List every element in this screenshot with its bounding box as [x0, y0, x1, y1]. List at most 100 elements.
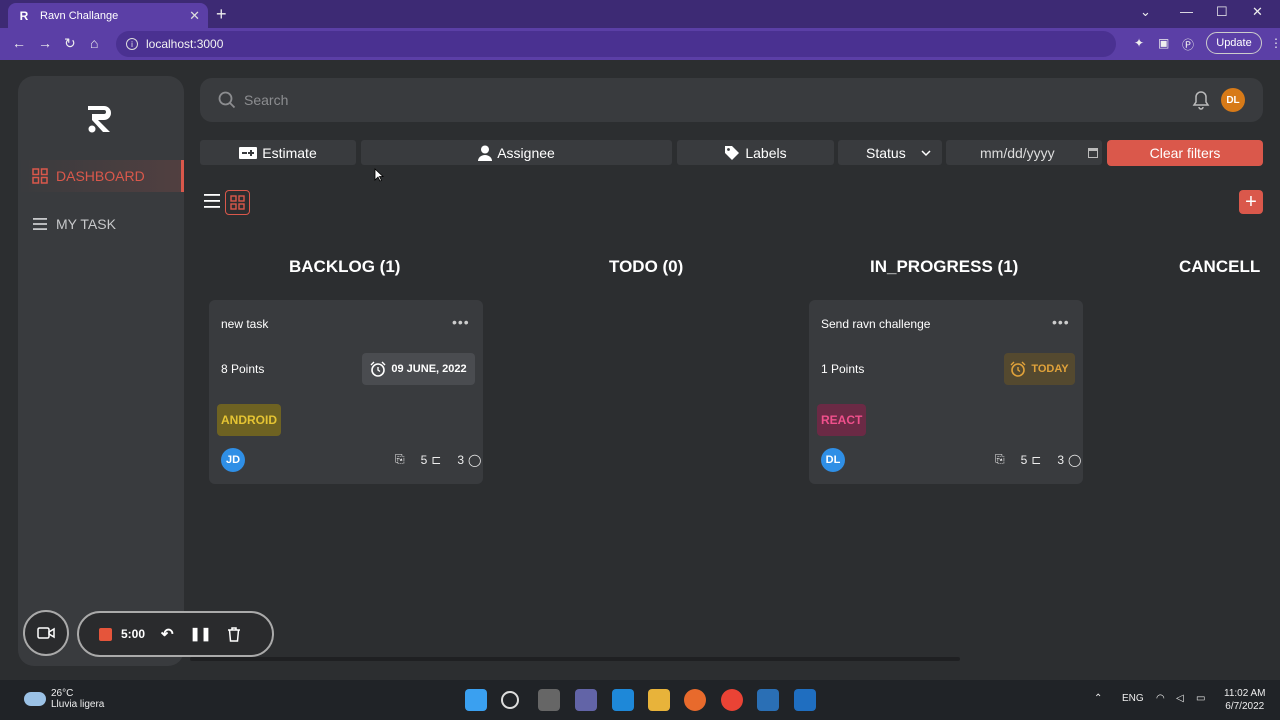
- teams-icon[interactable]: [575, 689, 597, 711]
- browser-titlebar: R Ravn Challange ✕ + ⌄ — ☐ ✕: [0, 0, 1280, 28]
- task-points: 8 Points: [221, 362, 265, 376]
- task-name: Send ravn challenge: [821, 317, 931, 331]
- comment-count: 3: [457, 452, 465, 467]
- weather-widget[interactable]: 26°C Lluvia ligera: [24, 688, 104, 710]
- sidebar-item-my-task[interactable]: MY TASK: [18, 208, 184, 240]
- chevron-down-icon: [921, 149, 931, 156]
- horizontal-scrollbar[interactable]: [190, 657, 960, 661]
- back-icon[interactable]: ←: [12, 35, 26, 51]
- task-view-icon[interactable]: [538, 689, 560, 711]
- tab-close-icon[interactable]: ✕: [189, 8, 200, 24]
- firefox-icon[interactable]: [684, 689, 706, 711]
- camera-toggle-button[interactable]: [23, 610, 69, 656]
- sidebar-item-label: MY TASK: [56, 216, 116, 232]
- sidepanel-icon[interactable]: ▣: [1158, 36, 1169, 50]
- system-clock[interactable]: 11:02 AM 6/7/2022: [1224, 687, 1266, 713]
- sidebar: DASHBOARD MY TASK: [18, 76, 184, 666]
- tab-title: Ravn Challange: [40, 9, 119, 22]
- update-button[interactable]: Update: [1206, 32, 1262, 54]
- subtask-count: 5: [1020, 452, 1028, 467]
- calendar-icon[interactable]: [1088, 147, 1098, 158]
- battery-icon[interactable]: ▭: [1196, 693, 1205, 704]
- task-due-text: 09 JUNE, 2022: [391, 363, 467, 375]
- status-select-value: Status: [866, 144, 906, 161]
- tab-search-icon[interactable]: ⌄: [1140, 4, 1151, 20]
- search-input[interactable]: [244, 92, 1044, 108]
- grid-view-button[interactable]: [225, 190, 250, 215]
- search-icon[interactable]: [501, 691, 519, 709]
- pause-icon[interactable]: ❚❚: [190, 626, 212, 642]
- user-avatar[interactable]: DL: [1221, 88, 1245, 112]
- sidebar-item-label: DASHBOARD: [56, 168, 145, 184]
- trash-icon[interactable]: [227, 626, 241, 642]
- task-due-text: TODAY: [1031, 363, 1069, 375]
- home-icon[interactable]: ⌂: [90, 35, 98, 51]
- weather-desc: Lluvia ligera: [51, 699, 105, 710]
- attachment-icon[interactable]: ⎘: [995, 452, 1005, 467]
- extensions-icon[interactable]: ✦: [1134, 36, 1144, 50]
- task-meta: ⎘ 5 ⊏ 3 ◯: [995, 452, 1081, 467]
- alarm-clock-icon: [1010, 361, 1026, 377]
- estimate-filter[interactable]: Estimate: [200, 140, 356, 165]
- task-due-date: 09 JUNE, 2022: [362, 353, 475, 385]
- recording-timer: 5:00: [121, 627, 146, 641]
- labels-filter-label: Labels: [745, 144, 787, 161]
- labels-filter[interactable]: Labels: [677, 140, 834, 165]
- assignee-avatar: DL: [821, 448, 845, 472]
- file-explorer-icon[interactable]: [648, 689, 670, 711]
- list-view-icon[interactable]: [204, 194, 220, 208]
- new-tab-icon[interactable]: +: [216, 4, 227, 25]
- volume-icon[interactable]: ◁: [1176, 693, 1184, 704]
- subtask-icon: ⊏: [1031, 452, 1042, 467]
- more-options-icon[interactable]: •••: [1052, 314, 1070, 330]
- task-tag: REACT: [817, 404, 867, 436]
- attachment-icon[interactable]: ⎘: [395, 452, 405, 467]
- column-title-cancelled: CANCELL: [1179, 257, 1261, 276]
- search-bar: DL: [200, 78, 1263, 122]
- forward-icon[interactable]: →: [38, 35, 52, 51]
- os-taskbar: 26°C Lluvia ligera ⌃ ENG ◠ ◁ ▭ 11:02 AM …: [0, 680, 1280, 720]
- date-filter-input[interactable]: mm/dd/yyyy: [946, 140, 1102, 165]
- task-card[interactable]: new task ••• 8 Points 09 JUNE, 2022 ANDR…: [209, 300, 483, 484]
- undo-icon[interactable]: ↶: [161, 625, 174, 643]
- site-info-icon[interactable]: i: [126, 38, 138, 50]
- alarm-clock-icon: [370, 361, 386, 377]
- vscode-icon[interactable]: [612, 689, 634, 711]
- minimize-icon[interactable]: —: [1180, 4, 1193, 19]
- tray-chevron-icon[interactable]: ⌃: [1094, 693, 1102, 704]
- task-name: new task: [221, 317, 269, 331]
- search-icon: [218, 91, 236, 109]
- weather-temp: 26°C: [51, 688, 74, 699]
- cloud-icon: [24, 692, 46, 706]
- stop-recording-button[interactable]: [99, 627, 112, 641]
- chrome-icon[interactable]: [721, 689, 743, 711]
- tab-favicon-icon: R: [19, 8, 29, 23]
- reload-icon[interactable]: ↻: [64, 35, 76, 52]
- column-title-in-progress: IN_PROGRESS (1): [870, 257, 1019, 276]
- comment-count: 3: [1057, 452, 1065, 467]
- language-indicator[interactable]: ENG: [1122, 693, 1144, 704]
- maximize-icon[interactable]: ☐: [1216, 4, 1228, 20]
- add-task-button[interactable]: +: [1239, 190, 1263, 214]
- media-player-icon[interactable]: [794, 689, 816, 711]
- browser-menu-icon[interactable]: ⋮: [1270, 36, 1280, 50]
- close-window-icon[interactable]: ✕: [1252, 4, 1263, 20]
- assignee-avatar: JD: [221, 448, 245, 472]
- browser-tab[interactable]: R Ravn Challange ✕: [8, 3, 208, 28]
- photos-icon[interactable]: [757, 689, 779, 711]
- start-icon[interactable]: [465, 689, 487, 711]
- comment-icon: ◯: [468, 452, 482, 467]
- more-options-icon[interactable]: •••: [452, 314, 470, 330]
- wifi-icon[interactable]: ◠: [1156, 693, 1165, 704]
- sidebar-item-dashboard[interactable]: DASHBOARD: [18, 160, 184, 192]
- address-bar[interactable]: i localhost:3000: [116, 31, 1116, 57]
- status-select[interactable]: Status: [838, 140, 942, 165]
- profile-icon[interactable]: Ⓟ: [1182, 36, 1194, 53]
- bell-icon[interactable]: [1192, 90, 1210, 110]
- clear-filters-button[interactable]: Clear filters: [1107, 140, 1263, 166]
- subtask-icon: ⊏: [431, 452, 442, 467]
- assignee-filter-label: Assignee: [497, 144, 555, 161]
- assignee-filter[interactable]: Assignee: [361, 140, 672, 165]
- task-card[interactable]: Send ravn challenge ••• 1 Points TODAY R…: [809, 300, 1083, 484]
- estimate-filter-label: Estimate: [262, 144, 317, 161]
